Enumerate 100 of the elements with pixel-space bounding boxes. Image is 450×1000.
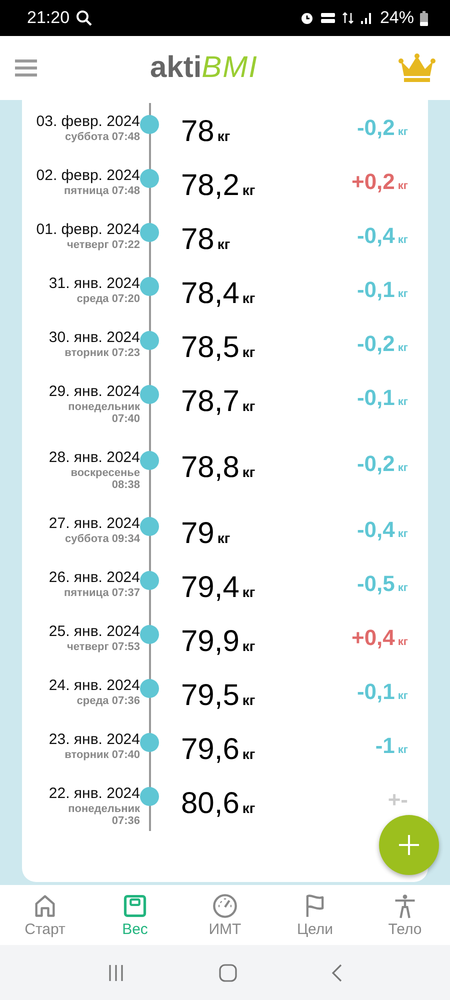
- entry-day-time: среда 07:36: [76, 695, 140, 707]
- weight-value: 79,6: [181, 733, 240, 767]
- entry-date: 29. янв. 2024: [48, 383, 140, 400]
- weight-change: -0,1: [356, 277, 395, 303]
- entry-day-time: воскресенье 08:38: [70, 467, 140, 491]
- weight-unit: кг: [242, 692, 256, 708]
- battery-percent: 24%: [380, 8, 414, 28]
- change-unit: кг: [398, 234, 408, 246]
- entry-date: 03. февр. 2024: [36, 113, 140, 130]
- menu-icon[interactable]: [14, 59, 38, 77]
- weight-unit: кг: [217, 128, 230, 144]
- nav-tab[interactable]: Цели: [270, 885, 360, 945]
- timeline-dot: [140, 571, 159, 590]
- entry-day-time: суббота 09:34: [65, 533, 140, 545]
- change-unit: кг: [398, 462, 408, 474]
- weight-change: -0,1: [356, 679, 395, 705]
- weight-change: +0,4: [351, 625, 395, 651]
- entry-date: 02. февр. 2024: [36, 167, 140, 184]
- timeline-dot: [140, 679, 159, 698]
- change-unit: кг: [398, 744, 408, 756]
- entry-day-time: суббота 07:48: [65, 131, 140, 143]
- entry-date: 27. янв. 2024: [48, 515, 140, 532]
- weight-change: +0,2: [351, 169, 395, 195]
- weight-change: -0,2: [356, 115, 395, 141]
- change-unit: кг: [398, 582, 408, 594]
- timeline-dot: [140, 331, 159, 350]
- entry-day-time: понедельник 07:40: [67, 401, 140, 425]
- weight-unit: кг: [242, 398, 256, 414]
- weight-unit: кг: [217, 236, 230, 252]
- weight-value: 79,4: [181, 571, 240, 605]
- weight-value: 78: [181, 115, 214, 149]
- timeline-dot: [140, 787, 159, 806]
- nav-tab[interactable]: ИМТ: [180, 885, 270, 945]
- weight-change: +-: [388, 787, 408, 813]
- data-arrows-icon: [342, 11, 354, 25]
- weight-change: -0,4: [356, 223, 395, 249]
- timeline-dot: [140, 451, 159, 470]
- weight-value: 79,9: [181, 625, 240, 659]
- change-unit: кг: [398, 636, 408, 648]
- signal-icon: [360, 11, 374, 25]
- timeline-dot: [140, 277, 159, 296]
- nav-tab[interactable]: Вес: [90, 885, 180, 945]
- entry-day-time: вторник 07:40: [64, 749, 140, 761]
- battery-icon: [420, 10, 428, 26]
- home-icon[interactable]: [219, 964, 237, 982]
- entry-date: 31. янв. 2024: [48, 275, 140, 292]
- entry-day-time: вторник 07:23: [64, 347, 140, 359]
- entry-date: 30. янв. 2024: [48, 329, 140, 346]
- entry-date: 01. февр. 2024: [36, 221, 140, 238]
- change-unit: кг: [398, 396, 408, 408]
- entry-date: 26. янв. 2024: [48, 569, 140, 586]
- gauge-icon: [212, 892, 238, 918]
- plus-icon: [398, 834, 420, 856]
- weight-unit: кг: [242, 464, 256, 480]
- weight-change: -0,4: [356, 517, 395, 543]
- weight-value: 78,4: [181, 277, 240, 311]
- weight-value: 78,8: [181, 451, 240, 485]
- change-unit: кг: [398, 180, 408, 192]
- back-icon[interactable]: [331, 964, 343, 982]
- change-unit: кг: [398, 342, 408, 354]
- weight-unit: кг: [217, 530, 230, 546]
- weight-change: -0,1: [356, 385, 395, 411]
- entry-day-time: среда 07:20: [76, 293, 140, 305]
- timeline-dot: [140, 223, 159, 242]
- timeline-dot: [140, 733, 159, 752]
- search-icon: [76, 10, 92, 26]
- weight-change: -0,5: [356, 571, 395, 597]
- entry-day-time: понедельник 07:36: [67, 803, 140, 827]
- entry-day-time: четверг 07:53: [67, 641, 140, 653]
- entry-date: 23. янв. 2024: [48, 731, 140, 748]
- weight-value: 78,7: [181, 385, 240, 419]
- weight-value: 80,6: [181, 787, 240, 821]
- weight-value: 79,5: [181, 679, 240, 713]
- timeline-dot: [140, 385, 159, 404]
- weight-unit: кг: [242, 584, 256, 600]
- scale-icon: [122, 892, 148, 918]
- alarm-icon: [300, 11, 314, 25]
- weight-change: -0,2: [356, 331, 395, 357]
- weight-unit: кг: [242, 746, 256, 762]
- app-logo: aktiBMI: [148, 51, 260, 85]
- entry-day-time: пятница 07:37: [64, 587, 140, 599]
- nav-tab[interactable]: Старт: [0, 885, 90, 945]
- weight-value: 78: [181, 223, 214, 257]
- timeline-dot: [140, 625, 159, 644]
- change-unit: кг: [398, 288, 408, 300]
- entry-date: 24. янв. 2024: [48, 677, 140, 694]
- change-unit: кг: [398, 126, 408, 138]
- weight-value: 78,2: [181, 169, 240, 203]
- weight-unit: кг: [242, 800, 256, 816]
- nav-tab[interactable]: Тело: [360, 885, 450, 945]
- weight-change: -1: [375, 733, 395, 759]
- timeline-dot: [140, 517, 159, 536]
- weight-value: 79: [181, 517, 214, 551]
- timeline-dot: [140, 115, 159, 134]
- entry-date: 28. янв. 2024: [48, 449, 140, 466]
- recents-icon[interactable]: [107, 964, 125, 982]
- weight-unit: кг: [242, 638, 256, 654]
- entry-date: 22. янв. 2024: [48, 785, 140, 802]
- change-unit: кг: [398, 528, 408, 540]
- timeline-dot: [140, 169, 159, 188]
